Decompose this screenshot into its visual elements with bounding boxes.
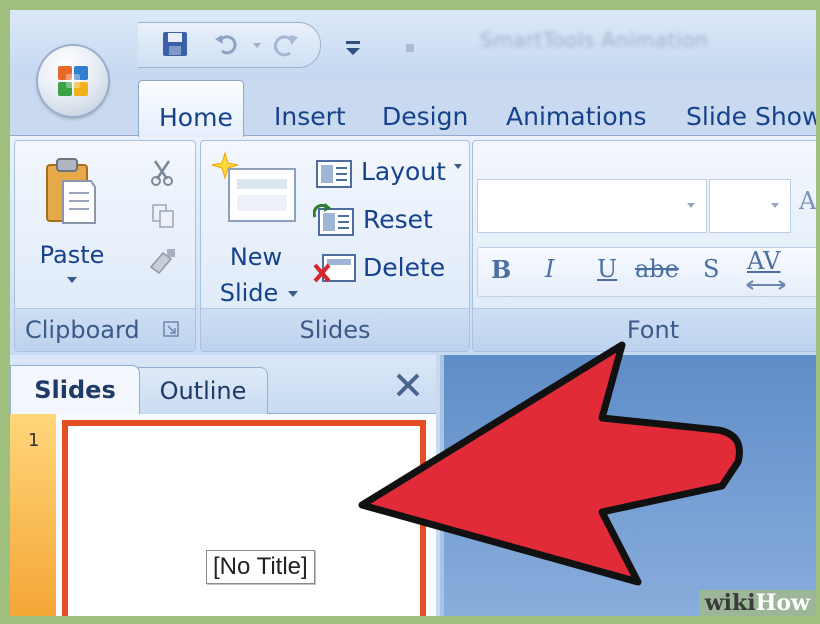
red-arrow-annotation — [358, 341, 743, 586]
wikihow-watermark: wikiHow — [698, 590, 816, 616]
powerpoint-window: SmartTools Animation Home Insert Design … — [10, 10, 816, 616]
